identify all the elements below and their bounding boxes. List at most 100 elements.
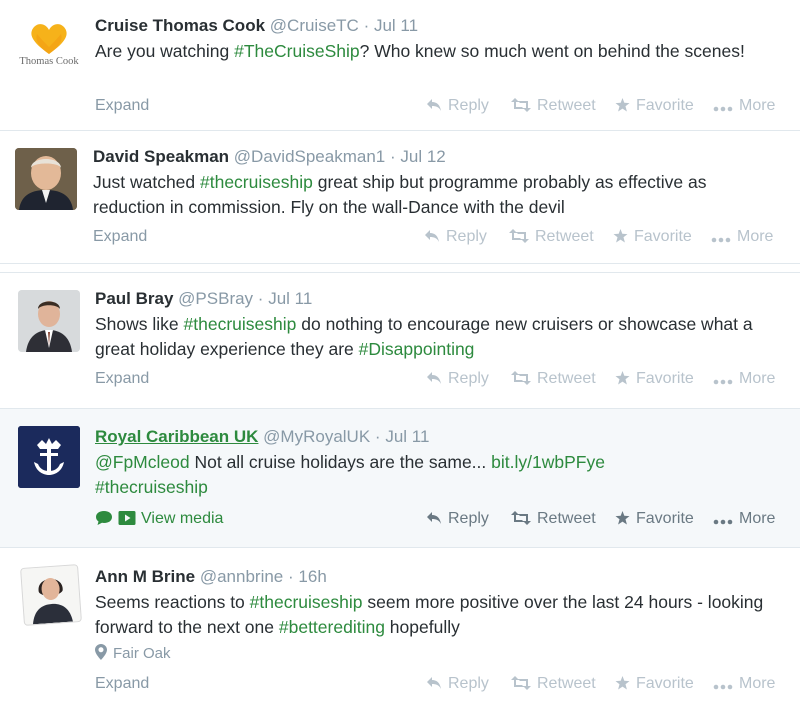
retweet-icon <box>511 371 531 385</box>
hashtag-link[interactable]: #thecruiseship <box>200 172 313 192</box>
royal-caribbean-logo[interactable] <box>18 426 80 488</box>
hashtag-link[interactable]: #betterediting <box>279 617 385 637</box>
reply-button[interactable]: Reply <box>426 370 489 388</box>
favorite-label: Favorite <box>636 97 694 114</box>
retweet-button[interactable]: Retweet <box>509 228 594 246</box>
more-label: More <box>739 370 776 387</box>
user-handle[interactable]: @CruiseTC <box>270 16 359 35</box>
thomas-cook-logo[interactable]: Thomas Cook <box>18 14 80 76</box>
retweet-button[interactable]: Retweet <box>511 370 596 388</box>
favorite-label: Favorite <box>634 228 692 245</box>
more-dots-icon <box>713 379 733 385</box>
tweet-location[interactable]: Fair Oak <box>95 644 171 662</box>
star-icon <box>615 511 630 525</box>
hashtag-link[interactable]: #thecruiseship <box>250 592 363 612</box>
star-icon <box>615 371 630 385</box>
user-handle[interactable]: @PSBray <box>178 289 253 308</box>
reply-icon <box>427 677 441 689</box>
retweet-icon <box>511 676 531 690</box>
avatar[interactable] <box>18 290 80 352</box>
user-handle[interactable]: @MyRoyalUK <box>263 427 370 446</box>
reply-button[interactable]: Reply <box>426 97 489 115</box>
avatar-logo-label: Thomas Cook <box>19 56 79 67</box>
more-button[interactable]: More <box>713 97 775 115</box>
retweet-label: Retweet <box>537 510 596 527</box>
mention-link[interactable]: @FpMcleod <box>95 452 190 472</box>
tweet-royal-caribbean-uk: Royal Caribbean UK @MyRoyalUK · Jul 11 @… <box>0 409 800 548</box>
tweet-header: Paul Bray @PSBray · Jul 11 <box>95 287 790 311</box>
timestamp[interactable]: Jul 12 <box>400 147 445 166</box>
expand-link[interactable]: Expand <box>95 370 149 388</box>
avatar[interactable] <box>15 148 77 210</box>
hashtag-link[interactable]: #Disappointing <box>359 339 475 359</box>
person-photo-icon <box>15 148 77 210</box>
tweet-header: Cruise Thomas Cook @CruiseTC · Jul 11 <box>95 14 790 38</box>
favorite-button[interactable]: Favorite <box>613 228 692 246</box>
favorite-button[interactable]: Favorite <box>615 510 694 528</box>
separator-dot: · <box>389 147 396 166</box>
location-label: Fair Oak <box>113 645 171 662</box>
timestamp[interactable]: Jul 11 <box>374 16 418 35</box>
separator-dot: · <box>374 427 381 446</box>
tweet-text-span: Shows like <box>95 314 184 334</box>
map-pin-icon <box>95 644 107 660</box>
more-dots-icon <box>713 684 733 690</box>
tweet-text-span: Just watched <box>93 172 200 192</box>
more-button[interactable]: More <box>713 510 775 528</box>
expand-link[interactable]: Expand <box>95 97 149 115</box>
user-name[interactable]: Paul Bray <box>95 289 173 308</box>
tweet-text: Just watched #thecruiseship great ship b… <box>93 170 778 219</box>
reply-button[interactable]: Reply <box>426 675 489 693</box>
more-button[interactable]: More <box>713 675 775 693</box>
timestamp[interactable]: 16h <box>298 567 326 586</box>
reply-label: Reply <box>446 228 487 245</box>
hashtag-link[interactable]: #thecruiseship <box>184 314 297 334</box>
hashtag-link[interactable]: #thecruiseship <box>95 477 208 497</box>
star-icon <box>615 676 630 690</box>
more-label: More <box>739 510 776 527</box>
favorite-label: Favorite <box>636 370 694 387</box>
reply-label: Reply <box>448 510 489 527</box>
timestamp[interactable]: Jul 11 <box>385 427 429 446</box>
tweet-text: Seems reactions to #thecruiseship seem m… <box>95 590 785 639</box>
user-name[interactable]: Royal Caribbean UK <box>95 427 258 446</box>
tweet-actions: View media Reply Retweet Favorite More <box>95 510 800 532</box>
more-label: More <box>737 228 774 245</box>
tweet-ann-m-brine: Ann M Brine @annbrine · 16h Seems reacti… <box>0 548 800 706</box>
user-name[interactable]: David Speakman <box>93 147 229 166</box>
tweet-actions: Expand Reply Retweet Favorite More <box>95 675 800 697</box>
hashtag-link[interactable]: #TheCruiseShip <box>234 41 359 61</box>
video-play-icon <box>118 511 136 525</box>
retweet-button[interactable]: Retweet <box>511 675 596 693</box>
more-button[interactable]: More <box>711 228 773 246</box>
view-media-label: View media <box>141 510 224 527</box>
retweet-label: Retweet <box>535 228 594 245</box>
retweet-button[interactable]: Retweet <box>511 510 596 528</box>
crown-anchor-icon <box>18 426 80 488</box>
reply-icon <box>427 99 441 111</box>
star-icon <box>615 98 630 112</box>
tweet-header: David Speakman @DavidSpeakman1 · Jul 12 <box>93 145 790 169</box>
tweet-text: Shows like #thecruiseship do nothing to … <box>95 312 775 361</box>
favorite-button[interactable]: Favorite <box>615 370 694 388</box>
retweet-label: Retweet <box>537 675 596 692</box>
expand-link[interactable]: Expand <box>93 228 147 246</box>
favorite-button[interactable]: Favorite <box>615 675 694 693</box>
avatar[interactable] <box>20 564 82 626</box>
reply-button[interactable]: Reply <box>426 510 489 528</box>
user-name[interactable]: Ann M Brine <box>95 567 195 586</box>
timestamp[interactable]: Jul 11 <box>268 289 312 308</box>
more-button[interactable]: More <box>713 370 775 388</box>
user-name[interactable]: Cruise Thomas Cook <box>95 16 265 35</box>
expand-link[interactable]: Expand <box>95 675 149 693</box>
user-handle[interactable]: @DavidSpeakman1 <box>234 147 385 166</box>
retweet-button[interactable]: Retweet <box>511 97 596 115</box>
more-dots-icon <box>711 237 731 243</box>
url-link[interactable]: bit.ly/1wbPFye <box>491 452 605 472</box>
tweet-text-span: Are you watching <box>95 41 235 61</box>
view-media-link[interactable]: View media <box>95 510 223 528</box>
reply-button[interactable]: Reply <box>424 228 487 246</box>
tweet-text-span: Not all cruise holidays are the same... <box>189 452 492 472</box>
user-handle[interactable]: @annbrine <box>200 567 283 586</box>
favorite-button[interactable]: Favorite <box>615 97 694 115</box>
